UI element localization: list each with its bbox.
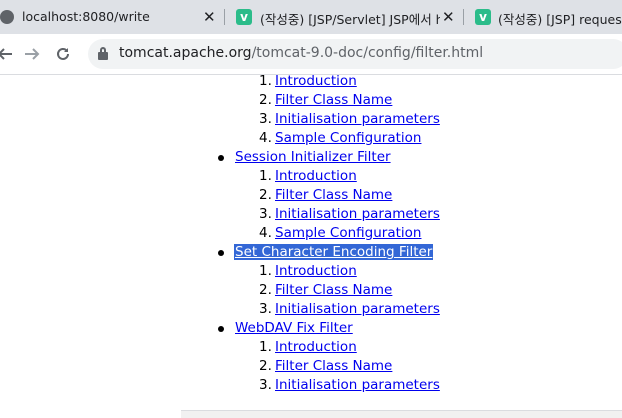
toc-link[interactable]: Filter Class Name <box>275 91 392 110</box>
forward-arrow-icon[interactable] <box>19 41 45 67</box>
toc-link[interactable]: Sample Configuration <box>275 129 421 148</box>
toc-link[interactable]: Filter Class Name <box>275 357 392 376</box>
toc-link[interactable]: Filter Class Name <box>275 186 392 205</box>
bullet <box>218 250 224 256</box>
toc-link[interactable]: Initialisation parameters <box>275 376 440 395</box>
lock-icon[interactable] <box>98 47 108 60</box>
toc-section: Set Character Encoding Filter <box>234 243 434 262</box>
toc-link[interactable]: Filter Class Name <box>275 281 392 300</box>
reload-icon[interactable] <box>50 41 76 67</box>
toc-link[interactable]: Introduction <box>275 338 357 357</box>
toc-section-link-selected[interactable]: Set Character Encoding Filter <box>234 244 434 260</box>
url-path: /tomcat-9.0-doc/config/filter.html <box>251 45 484 61</box>
tab-separator <box>224 9 225 25</box>
back-arrow-icon[interactable] <box>0 41 18 67</box>
tab-strip: localhost:8080/write ✕ v (작성중) [JSP/Serv… <box>0 0 622 34</box>
toc-link[interactable]: Introduction <box>275 262 357 281</box>
tab-jsp-request[interactable]: v (작성중) [JSP] request.g <box>466 0 622 34</box>
toc-link[interactable]: Introduction <box>275 167 357 186</box>
tab-title: (작성중) [JSP] request.g <box>498 12 622 27</box>
v-icon: v <box>236 9 252 25</box>
tab-title: localhost:8080/write <box>22 9 150 24</box>
address-bar[interactable]: tomcat.apache.org/tomcat-9.0-doc/config/… <box>88 39 622 69</box>
toc-link[interactable]: Sample Configuration <box>275 224 421 243</box>
url-host: tomcat.apache.org <box>119 45 252 61</box>
tab-title: (작성중) [JSP/Servlet] JSP에서 h <box>260 12 440 27</box>
toc-section-link[interactable]: Session Initializer Filter <box>235 149 391 165</box>
toc-link[interactable]: Initialisation parameters <box>275 300 440 319</box>
toc-link[interactable]: Initialisation parameters <box>275 110 440 129</box>
toc-link[interactable]: Initialisation parameters <box>275 205 440 224</box>
tab-separator <box>463 9 464 25</box>
browser-toolbar: tomcat.apache.org/tomcat-9.0-doc/config/… <box>0 34 622 75</box>
v-icon: v <box>475 9 491 25</box>
close-icon[interactable]: ✕ <box>442 8 455 26</box>
toc-section-link[interactable]: WebDAV Fix Filter <box>235 320 353 336</box>
toc-section: Session Initializer Filter <box>235 148 391 167</box>
bullet <box>218 326 224 332</box>
page-content: 1. Introduction 2. Filter Class Name 3. … <box>0 72 622 417</box>
tab-jsp-servlet[interactable]: v (작성중) [JSP/Servlet] JSP에서 h ✕ <box>226 0 462 34</box>
url-text[interactable]: tomcat.apache.org/tomcat-9.0-doc/config/… <box>119 45 483 61</box>
globe-icon <box>0 10 14 24</box>
toc-link[interactable]: Introduction <box>275 72 357 91</box>
bullet <box>218 155 224 161</box>
tab-localhost-write[interactable]: localhost:8080/write ✕ <box>0 0 222 34</box>
toc-section: WebDAV Fix Filter <box>235 319 353 338</box>
close-icon[interactable]: ✕ <box>203 8 216 26</box>
